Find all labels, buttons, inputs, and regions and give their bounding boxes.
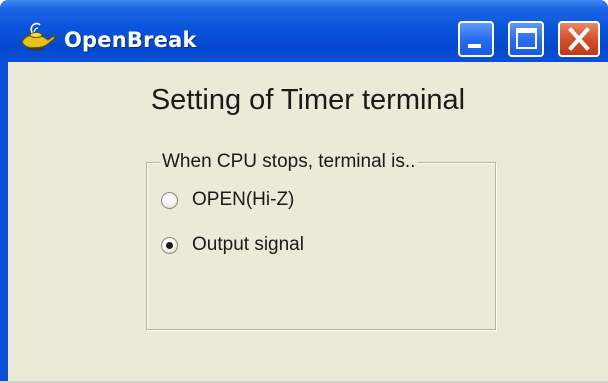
client-area: Setting of Timer terminal When CPU stops… <box>8 62 608 383</box>
openbreak-window: OpenBreak Setting of Timer terminal When… <box>0 0 608 383</box>
radio-label-open-hiz[interactable]: OPEN(Hi-Z) <box>192 189 294 211</box>
minimize-icon <box>468 44 481 48</box>
radio-label-output-signal[interactable]: Output signal <box>192 234 304 256</box>
title-bar[interactable]: OpenBreak <box>0 0 608 62</box>
maximize-button[interactable] <box>508 21 544 57</box>
close-button[interactable] <box>558 21 600 57</box>
radio-button-unselected[interactable] <box>161 191 178 209</box>
genie-lamp-icon <box>21 22 56 51</box>
radio-button-selected[interactable] <box>161 236 178 254</box>
window-title: OpenBreak <box>64 28 197 52</box>
maximize-icon <box>516 28 537 49</box>
terminal-mode-groupbox: When CPU stops, terminal is.. OPEN(Hi-Z)… <box>146 151 496 330</box>
radio-open-hiz[interactable]: OPEN(Hi-Z) <box>161 185 294 215</box>
radio-selected-dot <box>166 241 173 249</box>
page-heading: Setting of Timer terminal <box>150 84 466 116</box>
minimize-button[interactable] <box>458 21 494 57</box>
groupbox-caption: When CPU stops, terminal is.. <box>160 151 418 173</box>
radio-output-signal[interactable]: Output signal <box>161 230 304 260</box>
close-icon <box>568 27 590 51</box>
